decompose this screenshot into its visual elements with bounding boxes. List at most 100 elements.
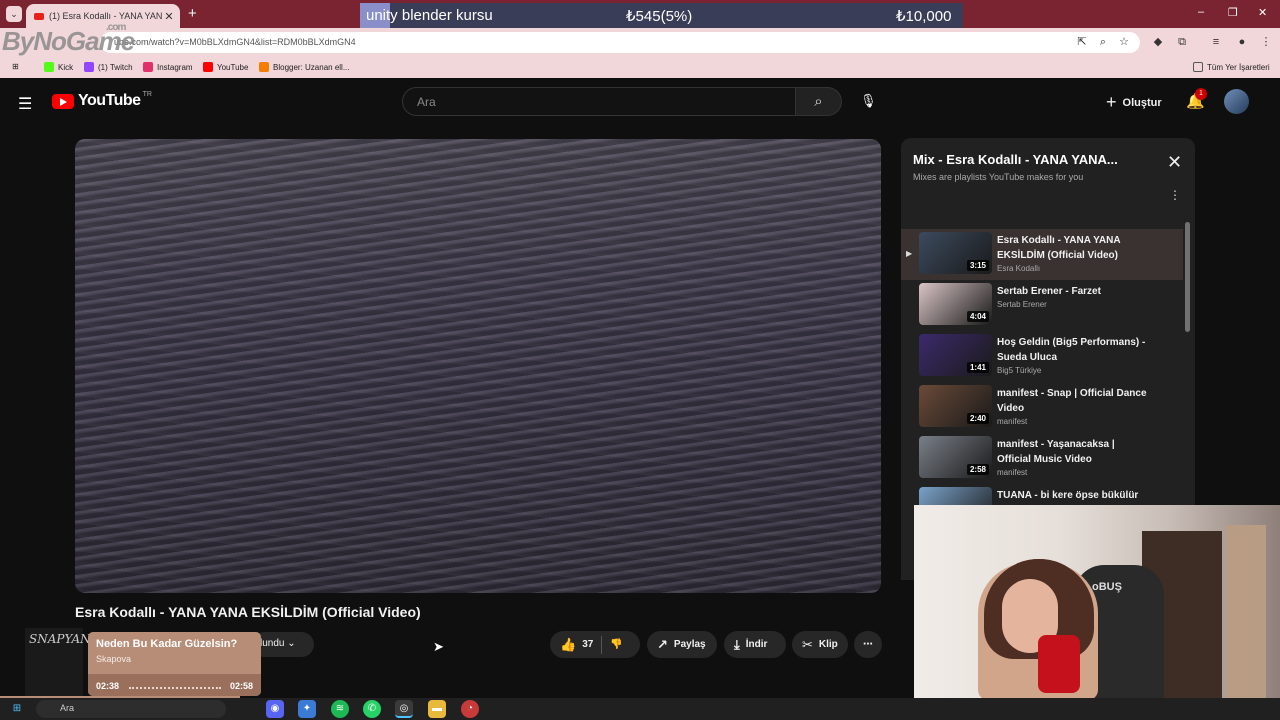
obs-icon[interactable]: ◔ — [461, 700, 479, 718]
extensions-puzzle-icon[interactable]: ⧉ — [1176, 36, 1188, 48]
thumbs-up-icon[interactable]: 👍 — [560, 637, 576, 653]
restore-button[interactable]: ❐ — [1228, 6, 1238, 19]
bookmark-label: Instagram — [157, 62, 193, 72]
donation-goal-bar: unity blender kursu ₺545(5%) ₺10,000 — [360, 3, 963, 28]
microphone-icon[interactable]: 🎙 — [860, 93, 877, 109]
now-playing-elapsed: 02:38 — [96, 681, 120, 691]
tab-close-icon[interactable]: ✕ — [162, 10, 176, 23]
close-icon[interactable]: ✕ — [1167, 152, 1182, 173]
playlist-item[interactable]: 4:04 Sertab Erener - Farzet Sertab Erener — [901, 280, 1183, 331]
now-playing-arrow-icon: ▶ — [906, 249, 913, 258]
instagram-icon — [143, 62, 153, 72]
playlist-item-title[interactable]: manifest - Snap | Official Dance Video — [997, 386, 1147, 416]
browser-toolbar: ube.com/watch?v=M0bBLXdmGN4&list=RDM0bBL… — [0, 28, 1280, 56]
playlist-item-title[interactable]: Esra Kodallı - YANA YANA EKSİLDİM (Offic… — [997, 233, 1147, 263]
thumbs-down-icon[interactable]: 👎 — [610, 639, 622, 650]
create-label: Oluştur — [1122, 96, 1162, 109]
playlist-item-channel[interactable]: Sertab Erener — [997, 300, 1047, 309]
playlist-item[interactable]: 2:40 manifest - Snap | Official Dance Vid… — [901, 382, 1183, 433]
close-window-button[interactable]: ✕ — [1258, 6, 1267, 19]
playlist-item[interactable]: ▶ 3:15 Esra Kodallı - YANA YANA EKSİLDİM (… — [901, 229, 1183, 280]
playlist-scrollbar[interactable] — [1185, 222, 1190, 332]
download-button[interactable]: ⤓ İndir — [724, 631, 786, 658]
channel-avatar[interactable]: SNAPYANA — [25, 628, 99, 696]
playlist-subtitle: Mixes are playlists YouTube makes for yo… — [913, 172, 1084, 182]
install-app-icon[interactable]: ⇱ — [1076, 36, 1088, 48]
search-input[interactable]: Ara — [402, 87, 796, 116]
create-button[interactable]: + Oluştur — [1106, 92, 1162, 113]
region-code: TR — [142, 90, 152, 98]
notifications-bell-icon[interactable]: 🔔 1 — [1186, 88, 1207, 110]
browser-menu-icon[interactable]: ⋮ — [1260, 36, 1272, 48]
blogger-icon — [259, 62, 269, 72]
menu-icon[interactable]: ☰ — [18, 94, 32, 114]
chrome-icon[interactable]: ◎ — [395, 700, 413, 718]
all-bookmarks[interactable]: Tüm Yer İşaretleri — [1193, 62, 1270, 72]
playlist-thumbnail[interactable]: 2:40 — [919, 385, 992, 427]
minimize-button[interactable]: – — [1198, 6, 1204, 18]
playlist-item-title[interactable]: Sertab Erener - Farzet — [997, 284, 1147, 299]
address-bar[interactable]: ube.com/watch?v=M0bBLXdmGN4&list=RDM0bBL… — [100, 32, 1140, 53]
youtube-logo[interactable]: YouTube TR — [52, 90, 152, 110]
share-button[interactable]: ↗ Paylaş — [647, 631, 717, 658]
playlist-item[interactable]: 1:41 Hoş Geldin (Big5 Performans) - Sueda… — [901, 331, 1183, 382]
playlist-item-channel[interactable]: manifest — [997, 468, 1027, 477]
copilot-icon[interactable]: ✦ — [298, 700, 316, 718]
now-playing-song: Neden Bu Kadar Güzelsin? — [96, 638, 238, 650]
playlist-thumbnail[interactable]: 2:58 — [919, 436, 992, 478]
file-explorer-icon[interactable]: ▬ — [428, 700, 446, 718]
profile-icon[interactable]: ● — [1236, 36, 1248, 48]
playlist-thumbnail[interactable]: 3:15 — [919, 232, 992, 274]
more-actions-button[interactable]: ⋯ — [854, 631, 882, 658]
youtube-play-icon — [52, 93, 74, 109]
duration-badge: 2:58 — [966, 464, 989, 475]
playlist-title: Mix - Esra Kodallı - YANA YANA... — [913, 152, 1118, 167]
playlist-item-channel[interactable]: Esra Kodallı — [997, 264, 1040, 273]
bookmark-twitch[interactable]: (1) Twitch — [84, 62, 133, 72]
youtube-favicon-icon — [34, 12, 44, 20]
video-player[interactable] — [75, 139, 881, 593]
playlist-thumbnail[interactable]: 1:41 — [919, 334, 992, 376]
donation-current: ₺545(5%) — [626, 8, 693, 25]
bookmark-instagram[interactable]: Instagram — [143, 62, 193, 72]
spotify-icon[interactable]: ≋ — [331, 700, 349, 718]
clip-button[interactable]: ✂ Klip — [792, 631, 848, 658]
more-icon: ⋯ — [863, 639, 873, 650]
chevron-down-icon: ⌄ — [287, 638, 296, 649]
subscribed-button[interactable]: lundu ⌄ — [252, 632, 314, 657]
playlist-more-icon[interactable]: ⋮ — [1169, 188, 1181, 202]
now-playing-widget: Neden Bu Kadar Güzelsin? Skapova 02:38 0… — [88, 632, 261, 696]
playlist-item-channel[interactable]: manifest — [997, 417, 1027, 426]
playlist-item[interactable]: 2:58 manifest - Yaşanacaksa | Official Mu… — [901, 433, 1183, 484]
bookmark-youtube[interactable]: YouTube — [203, 62, 248, 72]
search-button[interactable]: ⌕ — [796, 87, 842, 116]
discord-icon[interactable]: ◉ — [266, 700, 284, 718]
tab-search-menu-icon[interactable]: ⌄ — [6, 6, 22, 22]
bookmark-blogger[interactable]: Blogger: Uzanan ell... — [259, 62, 350, 72]
notification-badge: 1 — [1195, 88, 1207, 100]
playlist-item-channel[interactable]: Big5 Türkiye — [997, 366, 1041, 375]
bookmarks-bar: ⊞ Kick (1) Twitch Instagram YouTube Blog… — [0, 56, 1280, 78]
plus-icon: + — [1106, 92, 1117, 112]
scissors-icon: ✂ — [802, 636, 813, 652]
zoom-icon[interactable]: ⌕ — [1097, 36, 1109, 48]
like-dislike-group[interactable]: 👍 37 👎 — [550, 631, 640, 658]
reading-list-icon[interactable]: ≡ — [1210, 36, 1222, 48]
whatsapp-icon[interactable]: ✆ — [363, 700, 381, 718]
avatar[interactable] — [1224, 89, 1249, 114]
mouse-cursor: ➤ — [433, 639, 444, 654]
video-frame-sea — [75, 139, 881, 593]
browser-tab-youtube[interactable]: (1) Esra Kodallı - YANA YANA ✕ — [26, 4, 180, 28]
taskbar-search[interactable]: Ara — [36, 700, 226, 718]
bookmark-label: Kick — [58, 62, 74, 72]
apps-grid-icon[interactable]: ⊞ — [12, 62, 19, 71]
extension-icon[interactable]: ◆ — [1152, 36, 1164, 48]
webcam-overlay: oBUŞ — [914, 505, 1280, 700]
bookmark-star-icon[interactable]: ☆ — [1118, 36, 1130, 48]
bookmark-kick[interactable]: Kick — [44, 62, 73, 72]
windows-start-icon[interactable]: ⊞ — [8, 700, 26, 718]
playlist-thumbnail[interactable]: 4:04 — [919, 283, 992, 325]
playlist-item-title[interactable]: Hoş Geldin (Big5 Performans) - Sueda Ulu… — [997, 335, 1147, 365]
new-tab-button[interactable]: + — [188, 5, 197, 22]
playlist-item-title[interactable]: manifest - Yaşanacaksa | Official Music … — [997, 437, 1147, 467]
